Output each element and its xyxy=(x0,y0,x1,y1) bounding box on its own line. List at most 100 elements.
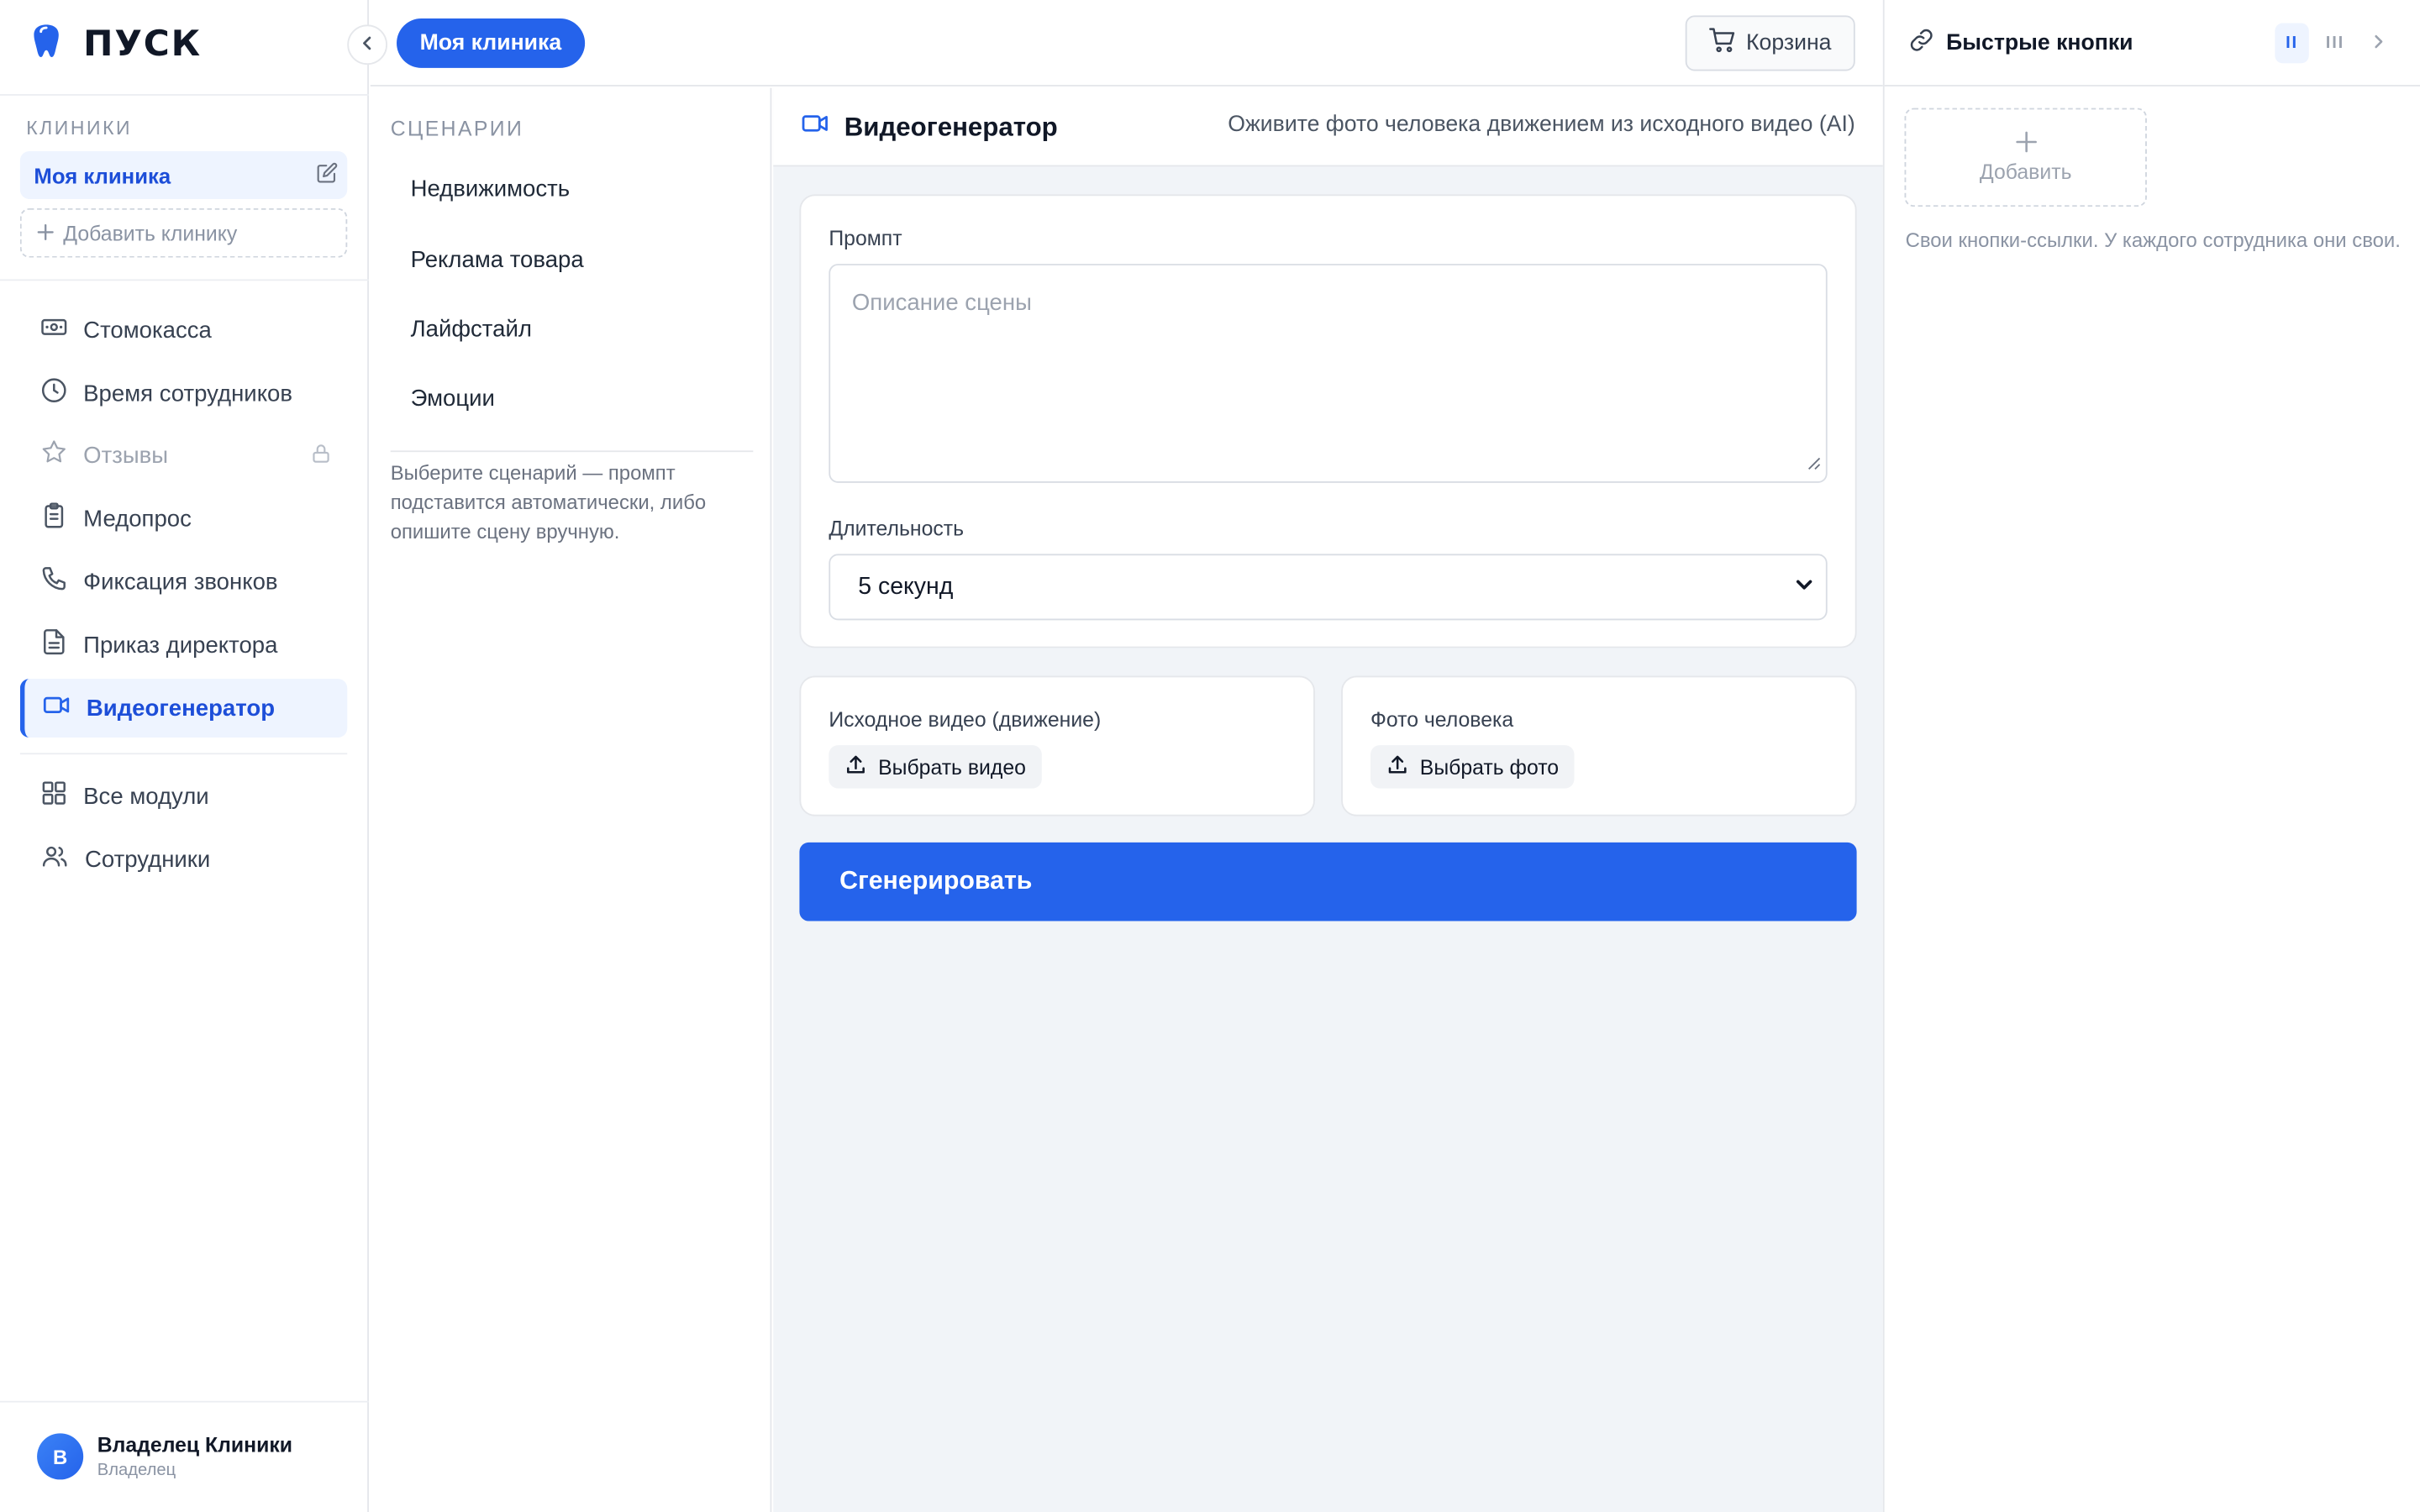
avatar: В xyxy=(37,1433,84,1480)
clipboard-icon xyxy=(40,501,68,535)
scenario-lifestyle[interactable]: Лайфстайл xyxy=(411,317,532,343)
add-clinic-label: Добавить клинику xyxy=(63,221,238,245)
choose-photo-label: Выбрать фото xyxy=(1419,755,1560,779)
cart-icon xyxy=(1709,26,1737,60)
chevron-right-icon xyxy=(2370,33,2386,53)
sidebar-divider xyxy=(0,1400,369,1403)
choose-video-label: Выбрать видео xyxy=(878,755,1026,779)
upload-icon xyxy=(1386,753,1409,780)
choose-photo-button[interactable]: Выбрать фото xyxy=(1370,745,1575,789)
add-quick-button[interactable]: Добавить xyxy=(1904,108,2147,207)
sidebar-item-label: Стомокасса xyxy=(83,317,212,344)
sidebar-item-staff-time[interactable]: Время сотрудников xyxy=(20,364,347,423)
cash-icon xyxy=(40,313,68,347)
scenarios-label: СЦЕНАРИИ xyxy=(390,117,524,141)
sidebar-item-calls[interactable]: Фиксация звонков xyxy=(20,553,347,612)
sidebar-item-staff[interactable]: Сотрудники xyxy=(20,830,347,889)
chevron-down-icon xyxy=(1795,573,1813,601)
prompt-card: Промпт Описание сцены Длительность 5 сек… xyxy=(799,194,1857,648)
sidebar: ПУСК КЛИНИКИ Моя клиника Добавить клиник… xyxy=(0,0,369,1512)
sidebar-item-reviews[interactable]: Отзывы xyxy=(20,426,347,485)
collapse-panel-button[interactable] xyxy=(2361,24,2395,64)
prompt-label: Промпт xyxy=(829,227,902,250)
plus-icon xyxy=(37,222,54,245)
quick-buttons-hint: Свои кнопки-ссылки. У каждого сотрудника… xyxy=(1905,228,2401,252)
brand[interactable]: ПУСК xyxy=(31,22,202,68)
add-clinic-button[interactable]: Добавить клинику xyxy=(19,207,348,258)
quick-buttons-panel: Быстрые кнопки II III Добавить Свои кноп… xyxy=(1882,0,2420,1512)
top-bar: Моя клиника Корзина xyxy=(370,0,1883,87)
clinic-pill-button[interactable]: Моя клиника xyxy=(397,18,585,68)
scenarios-hint: Выберите сценарий — промпт подставится а… xyxy=(390,461,707,543)
duration-value: 5 секунд xyxy=(858,573,954,600)
sidebar-divider xyxy=(0,94,369,96)
clinics-section-label: КЛИНИКИ xyxy=(26,117,133,139)
sidebar-divider xyxy=(0,279,369,281)
source-video-label: Исходное видео (движение) xyxy=(829,708,1102,732)
quick-buttons-header: Быстрые кнопки II III xyxy=(1884,0,2420,87)
active-clinic-label: Моя клиника xyxy=(34,162,171,188)
three-columns-toggle[interactable]: III xyxy=(2318,24,2352,64)
page-title-text: Видеогенератор xyxy=(844,112,1058,142)
quick-buttons-title-text: Быстрые кнопки xyxy=(1946,30,2133,56)
scenarios-panel: СЦЕНАРИИ Недвижимость Реклама товара Лай… xyxy=(370,87,772,1512)
main-content: Видеогенератор Оживите фото человека дви… xyxy=(773,87,1883,1512)
collapse-sidebar-button[interactable] xyxy=(347,24,388,66)
source-video-card: Исходное видео (движение) Выбрать видео xyxy=(799,675,1315,816)
tooth-logo-icon xyxy=(31,21,62,69)
clock-icon xyxy=(40,376,68,410)
photo-card: Фото человека Выбрать фото xyxy=(1341,675,1857,816)
users-icon xyxy=(40,843,70,876)
upload-icon xyxy=(844,753,868,780)
sidebar-item-label: Видеогенератор xyxy=(86,695,276,722)
cart-label: Корзина xyxy=(1746,30,1832,56)
link-icon xyxy=(1909,28,1933,59)
choose-video-button[interactable]: Выбрать видео xyxy=(829,745,1042,789)
sidebar-item-director-order[interactable]: Приказ директора xyxy=(20,616,347,675)
user-role: Владелец xyxy=(97,1461,176,1480)
edit-icon[interactable] xyxy=(317,162,339,188)
scenarios-divider xyxy=(390,450,754,453)
grid-icon xyxy=(40,780,68,813)
video-icon xyxy=(42,691,71,725)
duration-select[interactable]: 5 секунд xyxy=(829,554,1828,621)
resize-grip-icon[interactable] xyxy=(1807,450,1822,476)
sidebar-item-label: Медопрос xyxy=(83,505,192,532)
star-icon xyxy=(40,438,68,472)
sidebar-item-all-modules[interactable]: Все модули xyxy=(20,767,347,826)
sidebar-item-label: Все модули xyxy=(83,783,209,810)
sidebar-item-label: Фиксация звонков xyxy=(83,568,278,596)
generate-button[interactable]: Сгенерировать xyxy=(799,842,1857,921)
main-header: Видеогенератор Оживите фото человека дви… xyxy=(773,87,1883,167)
sidebar-item-medopros[interactable]: Медопрос xyxy=(20,489,347,548)
app-root: ПУСК КЛИНИКИ Моя клиника Добавить клиник… xyxy=(0,0,2420,1512)
brand-name: ПУСК xyxy=(83,24,203,66)
add-quick-label: Добавить xyxy=(1979,160,2072,184)
sidebar-item-label: Отзывы xyxy=(83,442,169,469)
lock-icon xyxy=(310,443,332,470)
quick-buttons-title: Быстрые кнопки xyxy=(1909,28,2133,59)
duration-label: Длительность xyxy=(829,517,965,540)
sidebar-item-label: Сотрудники xyxy=(85,846,211,873)
sidebar-item-video-generator[interactable]: Видеогенератор xyxy=(19,679,348,738)
scenario-emotions[interactable]: Эмоции xyxy=(411,386,495,412)
photo-label: Фото человека xyxy=(1370,708,1514,732)
video-icon xyxy=(799,109,830,144)
active-clinic-item[interactable]: Моя клиника xyxy=(19,151,348,199)
phone-icon xyxy=(40,564,68,598)
prompt-textarea[interactable]: Описание сцены xyxy=(829,264,1828,483)
scenario-real-estate[interactable]: Недвижимость xyxy=(411,176,571,202)
cart-button[interactable]: Корзина xyxy=(1685,15,1855,71)
sidebar-item-label: Приказ директора xyxy=(83,632,278,659)
two-columns-toggle[interactable]: II xyxy=(2275,23,2309,64)
page-title: Видеогенератор xyxy=(799,109,1058,144)
plus-icon xyxy=(2015,131,2037,157)
user-profile[interactable]: В Владелец Клиники Владелец xyxy=(37,1433,293,1480)
chevron-left-icon xyxy=(360,31,375,59)
sidebar-item-stomokassa[interactable]: Стомокасса xyxy=(20,301,347,360)
page-subtitle: Оживите фото человека движением из исход… xyxy=(1228,113,1855,138)
prompt-placeholder: Описание сцены xyxy=(851,290,1032,317)
user-name: Владелец Клиники xyxy=(97,1433,293,1457)
sidebar-divider xyxy=(19,753,348,755)
scenario-product-ad[interactable]: Реклама товара xyxy=(411,247,584,273)
